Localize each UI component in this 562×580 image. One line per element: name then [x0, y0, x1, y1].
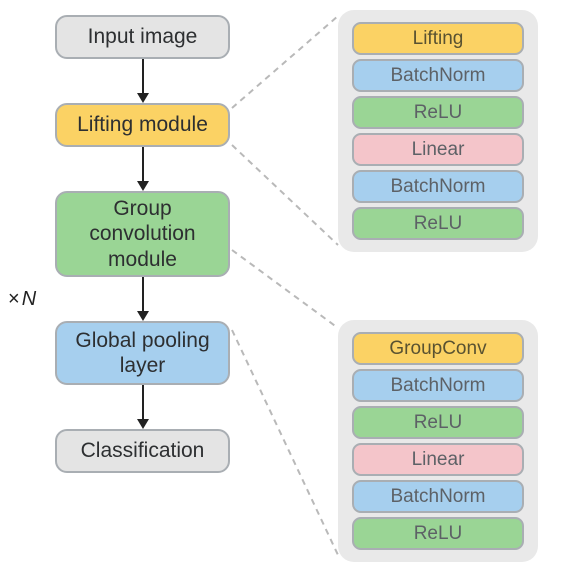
- layer-groupconv: GroupConv: [352, 332, 524, 365]
- layer-label: Linear: [412, 139, 465, 161]
- layer-label: BatchNorm: [390, 375, 485, 397]
- layer-lifting: Lifting: [352, 22, 524, 55]
- layer-batchnorm: BatchNorm: [352, 480, 524, 513]
- group-conv-module-detail-panel: GroupConv BatchNorm ReLU Linear BatchNor…: [338, 320, 538, 562]
- layer-relu: ReLU: [352, 406, 524, 439]
- layer-relu: ReLU: [352, 96, 524, 129]
- layer-label: ReLU: [414, 523, 463, 545]
- diagram-root: Input image Lifting module Group convolu…: [0, 0, 562, 580]
- layer-label: ReLU: [414, 412, 463, 434]
- layer-label: BatchNorm: [390, 176, 485, 198]
- layer-batchnorm: BatchNorm: [352, 59, 524, 92]
- layer-label: ReLU: [414, 213, 463, 235]
- lifting-module-detail-panel: Lifting BatchNorm ReLU Linear BatchNorm …: [338, 10, 538, 252]
- layer-linear: Linear: [352, 443, 524, 476]
- layer-batchnorm: BatchNorm: [352, 369, 524, 402]
- layer-label: Linear: [412, 449, 465, 471]
- layer-label: ReLU: [414, 102, 463, 124]
- layer-relu: ReLU: [352, 517, 524, 550]
- layer-label: Lifting: [413, 28, 464, 50]
- layer-label: BatchNorm: [390, 65, 485, 87]
- layer-batchnorm: BatchNorm: [352, 170, 524, 203]
- layer-label: GroupConv: [389, 338, 486, 360]
- layer-relu: ReLU: [352, 207, 524, 240]
- layer-linear: Linear: [352, 133, 524, 166]
- layer-label: BatchNorm: [390, 486, 485, 508]
